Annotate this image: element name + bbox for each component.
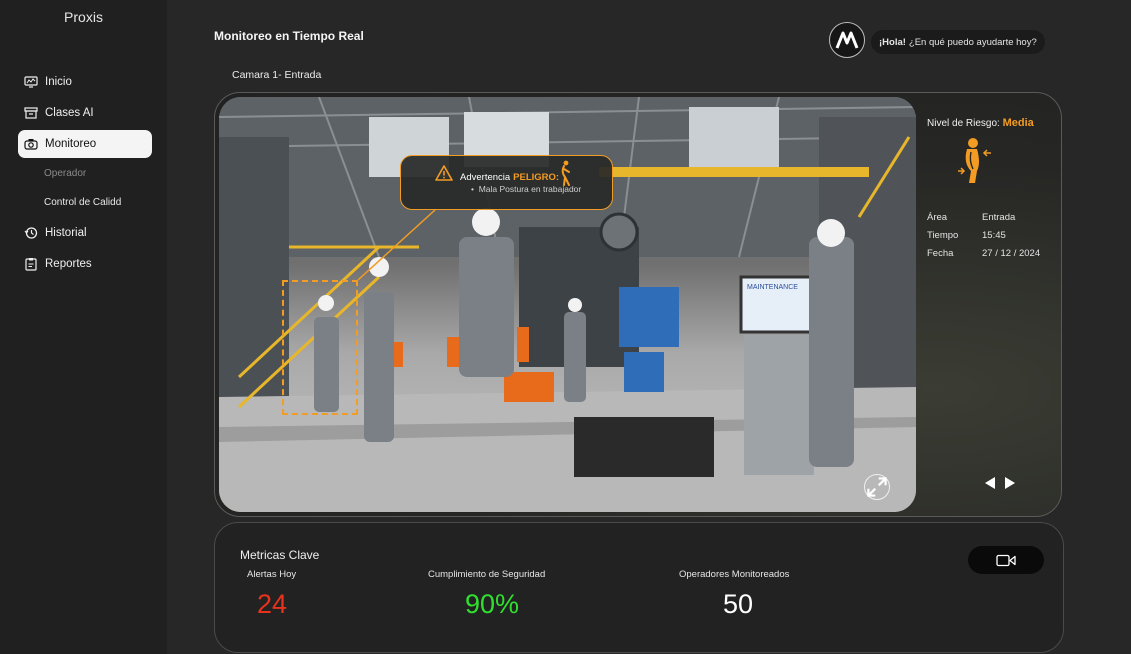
sidebar-item-inicio[interactable]: Inicio — [18, 68, 152, 96]
operators-value: 50 — [723, 589, 754, 619]
bad-posture-icon — [561, 160, 570, 186]
area-label: Área — [927, 212, 948, 223]
info-panel: Nivel de Riesgo: Media Área Entrada Tiemp… — [927, 93, 1061, 516]
expand-button[interactable] — [864, 474, 890, 500]
page-title: Monitoreo en Tiempo Real — [214, 29, 364, 43]
metrics-title: Metricas Clave — [240, 548, 320, 562]
assistant-greeting-hello: ¡Hola! — [879, 36, 906, 48]
compliance-value: 90% — [465, 589, 520, 619]
metrics-panel: Metricas Clave Alertas Hoy 24 Cumplimien… — [214, 522, 1064, 653]
main-content: Monitoreo en Tiempo Real ¡Hola! ¿En qué … — [167, 0, 1131, 654]
sidebar-item-label: Inicio — [45, 76, 72, 88]
risk-label: Nivel de Riesgo: — [927, 118, 1000, 129]
detection-bounding-box — [282, 280, 358, 415]
camera-icon — [24, 137, 38, 151]
risk-value: Media — [1002, 117, 1034, 129]
assistant-greeting-message: ¿En qué puedo ayudarte hoy? — [908, 36, 1037, 48]
sidebar-item-clases-ai[interactable]: Clases AI — [18, 99, 152, 127]
camera-nav-arrows — [983, 476, 1017, 490]
sidebar-subitem-control-calidad[interactable]: Control de Calidd — [18, 190, 152, 214]
assistant-greeting[interactable]: ¡Hola! ¿En qué puedo ayudarte hoy? — [871, 30, 1045, 54]
time-row: Tiempo 15:45 — [927, 230, 1006, 241]
camera-label: Camara 1- Entrada — [232, 69, 322, 81]
sidebar-item-label: Monitoreo — [45, 138, 97, 150]
date-label: Fecha — [927, 248, 954, 259]
sidebar-item-label: Historial — [45, 227, 87, 239]
monitor-chart-icon — [24, 75, 38, 89]
warning-icon — [435, 165, 453, 181]
clipboard-icon — [24, 257, 38, 271]
assistant-logo-button[interactable] — [829, 22, 865, 58]
archive-box-icon — [24, 106, 38, 120]
alert-title: Advertencia PELIGRO: — [460, 172, 559, 183]
assistant-logo-icon — [835, 31, 859, 49]
app-brand: Proxis — [64, 9, 103, 25]
spine-posture-icon — [958, 138, 991, 183]
sidebar-nav: Inicio Clases AI Monitoreo Operador Cont… — [18, 68, 152, 281]
scene-monitor-text: MAINTENANCE — [747, 284, 798, 291]
sidebar-item-historial[interactable]: Historial — [18, 219, 152, 247]
compliance-label: Cumplimiento de Seguridad — [428, 569, 546, 580]
alerts-label: Alertas Hoy — [247, 569, 297, 580]
sidebar-item-label: Clases AI — [45, 107, 94, 119]
time-value: 15:45 — [982, 230, 1006, 241]
date-value: 27 / 12 / 2024 — [982, 248, 1041, 259]
time-label: Tiempo — [927, 230, 959, 241]
history-clock-icon — [24, 226, 38, 240]
alerts-value: 24 — [257, 589, 288, 619]
risk-level: Nivel de Riesgo: Media — [927, 117, 1034, 129]
date-row: Fecha 27 / 12 / 2024 — [927, 248, 1040, 259]
sidebar-item-label: Reportes — [45, 258, 92, 270]
alert-prefix: Advertencia — [460, 172, 511, 183]
alert-overlay: Advertencia PELIGRO: • Mala Postura en tr… — [400, 155, 613, 210]
sidebar: Proxis Inicio Clases AI Monitoreo Operad… — [0, 0, 167, 654]
next-camera-icon[interactable] — [1003, 476, 1017, 490]
expand-icon — [867, 477, 887, 497]
sidebar-item-reportes[interactable]: Reportes — [18, 250, 152, 278]
sidebar-subitem-operador[interactable]: Operador — [18, 161, 152, 185]
area-value: Entrada — [982, 212, 1016, 223]
area-row: Área Entrada — [927, 212, 1015, 223]
previous-camera-icon[interactable] — [983, 476, 997, 490]
video-camera-icon — [996, 554, 1016, 566]
video-button[interactable] — [968, 546, 1044, 574]
camera-panel: MAINTENANCE Advertencia PELIGRO: • Mala … — [214, 92, 1062, 517]
operators-label: Operadores Monitoreados — [679, 569, 790, 580]
sidebar-item-monitoreo[interactable]: Monitoreo — [18, 130, 152, 158]
alert-level: PELIGRO: — [513, 172, 560, 183]
